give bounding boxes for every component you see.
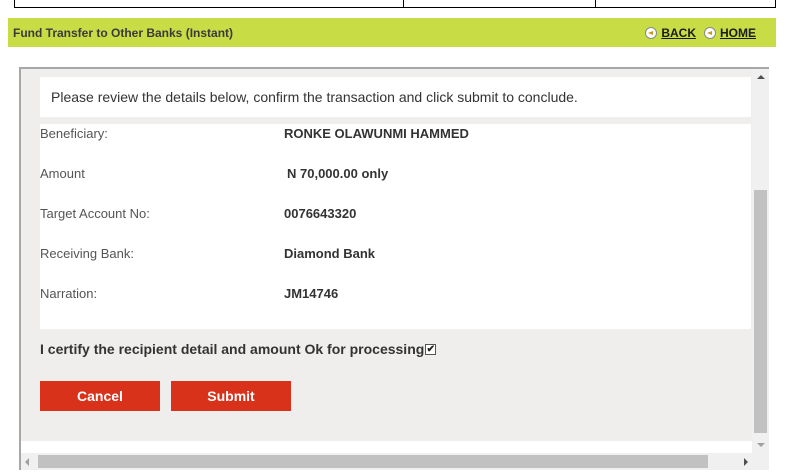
- home-link[interactable]: HOME: [704, 26, 756, 40]
- home-arrow-icon: [704, 26, 716, 39]
- certify-label: I certify the recipient detail and amoun…: [40, 341, 425, 357]
- detail-label: Receiving Bank:: [40, 246, 134, 261]
- cancel-button[interactable]: Cancel: [40, 381, 160, 411]
- home-link-label: HOME: [720, 25, 756, 40]
- horizontal-scroll-thumb[interactable]: [38, 455, 708, 468]
- transaction-details: Beneficiary: RONKE OLAWUNMI HAMMED Amoun…: [40, 124, 751, 329]
- scroll-up-arrow-icon[interactable]: [757, 75, 765, 79]
- page-title: Fund Transfer to Other Banks (Instant): [13, 25, 234, 40]
- header-nav: BACK HOME: [645, 26, 756, 40]
- submit-button[interactable]: Submit: [171, 381, 291, 411]
- detail-value: 0076643320: [284, 206, 357, 221]
- detail-label: Amount: [40, 166, 85, 181]
- detail-row-bank: Receiving Bank: Diamond Bank: [40, 246, 751, 266]
- scroll-left-arrow-icon[interactable]: [25, 458, 29, 466]
- detail-label: Target Account No:: [40, 206, 150, 221]
- detail-row-account: Target Account No: 0076643320: [40, 206, 751, 226]
- review-notice: Please review the details below, confirm…: [40, 77, 751, 117]
- vertical-scrollbar[interactable]: [752, 69, 769, 453]
- back-link-label: BACK: [661, 25, 696, 40]
- horizontal-scrollbar[interactable]: [21, 453, 752, 470]
- detail-label: Narration:: [40, 286, 98, 301]
- previous-table-fragment: [14, 0, 776, 8]
- detail-label: Beneficiary:: [40, 126, 108, 141]
- back-arrow-icon: [645, 26, 658, 39]
- detail-row-beneficiary: Beneficiary: RONKE OLAWUNMI HAMMED: [40, 126, 751, 146]
- scroll-down-arrow-icon[interactable]: [757, 443, 765, 447]
- detail-value: RONKE OLAWUNMI HAMMED: [284, 126, 469, 141]
- frame-content: Please review the details below, confirm…: [21, 69, 752, 455]
- scroll-frame[interactable]: Please review the details below, confirm…: [19, 67, 769, 470]
- certify-row: I certify the recipient detail and amoun…: [40, 341, 437, 357]
- detail-value: N 70,000.00 only: [287, 166, 389, 181]
- detail-row-narration: Narration: JM14746: [40, 286, 751, 306]
- scrollbar-corner: [752, 453, 769, 470]
- vertical-scroll-thumb[interactable]: [754, 190, 767, 433]
- detail-row-amount: Amount N 70,000.00 only: [40, 166, 751, 186]
- certify-checkbox[interactable]: ✔: [425, 343, 437, 355]
- detail-value: Diamond Bank: [284, 246, 376, 261]
- checkmark-icon: ✔: [426, 343, 435, 355]
- detail-value: JM14746: [284, 286, 339, 301]
- scroll-right-arrow-icon[interactable]: [744, 458, 748, 466]
- header-bar: Fund Transfer to Other Banks (Instant) B…: [8, 18, 776, 47]
- back-link[interactable]: BACK: [645, 26, 696, 40]
- fund-transfer-page: Fund Transfer to Other Banks (Instant) B…: [0, 0, 790, 476]
